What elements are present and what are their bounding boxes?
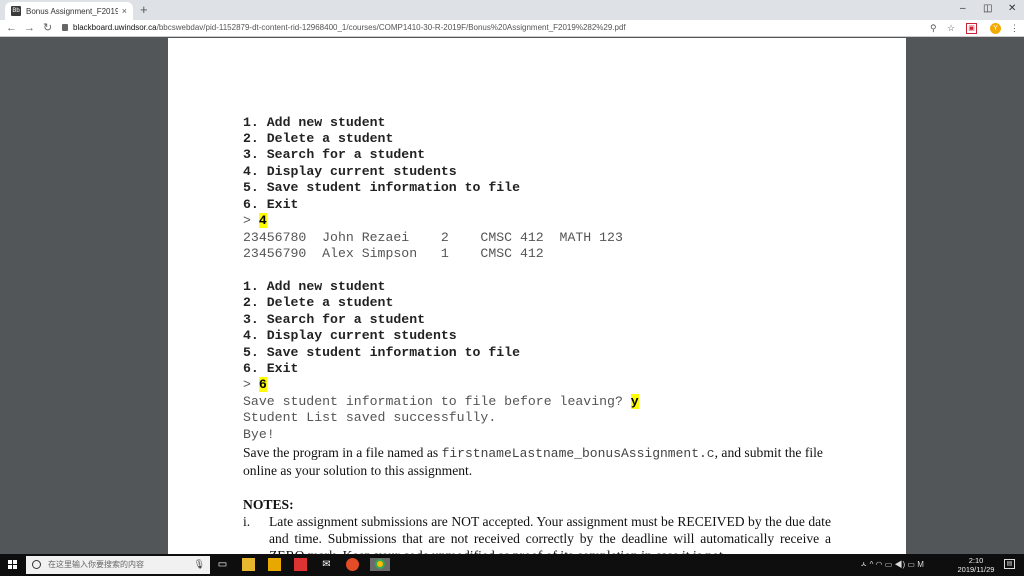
- menu-item: 1. Add new student: [243, 115, 386, 130]
- taskbar-search-input[interactable]: 在这里输入你要搜索的内容 🎙: [26, 556, 210, 574]
- url-path: /bbcswebdav/pid-1152879-dt-content-rid-1…: [156, 23, 626, 32]
- menu-kebab-icon[interactable]: ⋮: [1010, 22, 1019, 34]
- address-bar[interactable]: blackboard.uwindsor.ca/bbcswebdav/pid-11…: [73, 22, 626, 34]
- prompt-line: > 4: [243, 213, 267, 228]
- chrome-icon[interactable]: [370, 558, 390, 571]
- system-tray[interactable]: ㅅ ^ ◠ ▭ ◀) ▭ M: [860, 559, 924, 570]
- reload-icon[interactable]: ↻: [43, 21, 52, 35]
- student-row: 23456790 Alex Simpson 1 CMSC 412: [243, 246, 544, 261]
- menu-item: 1. Add new student: [243, 279, 386, 294]
- menu-item: 4. Display current students: [243, 328, 457, 343]
- prompt-line: > 6: [243, 377, 267, 392]
- notification-icon[interactable]: ▤: [1004, 559, 1015, 569]
- user-input: 6: [258, 377, 267, 392]
- taskbar: 在这里输入你要搜索的内容 🎙 ▭ ✉ ㅅ ^ ◠ ▭ ◀) ▭ M 2:10 2…: [0, 554, 1024, 576]
- menu-item: 2. Delete a student: [243, 131, 394, 146]
- lock-icon: [62, 24, 68, 31]
- browser-toolbar: ← → ↻ blackboard.uwindsor.ca/bbcswebdav/…: [0, 20, 1024, 37]
- file-explorer-icon[interactable]: [242, 558, 255, 571]
- menu-item: 5. Save student information to file: [243, 345, 520, 360]
- gift-icon[interactable]: [294, 558, 307, 571]
- user-input: y: [630, 394, 639, 409]
- save-question-line: Save student information to file before …: [243, 394, 639, 409]
- tab-strip: Bb Bonus Assignment_F2019(2).p × + – ◫ ✕: [0, 0, 1024, 20]
- app-icon[interactable]: [346, 558, 359, 571]
- menu-item: 6. Exit: [243, 361, 299, 376]
- extension-icon[interactable]: ▣: [966, 23, 977, 34]
- windows-start-icon[interactable]: [8, 560, 17, 569]
- tab-close-icon[interactable]: ×: [122, 6, 127, 16]
- mail-icon[interactable]: ✉: [320, 558, 333, 571]
- note-text: Late assignment submissions are NOT acce…: [269, 514, 831, 554]
- store-icon[interactable]: [268, 558, 281, 571]
- profile-avatar[interactable]: Y: [990, 23, 1001, 34]
- browser-tab[interactable]: Bb Bonus Assignment_F2019(2).p ×: [5, 2, 133, 20]
- pdf-viewer[interactable]: 1. Add new student 2. Delete a student 3…: [0, 38, 1024, 554]
- saved-message: Student List saved successfully.: [243, 410, 497, 425]
- search-placeholder: 在这里输入你要搜索的内容: [48, 560, 144, 569]
- clock[interactable]: 2:10 2019/11/29: [954, 556, 998, 574]
- note-number: i.: [243, 514, 251, 529]
- microphone-icon[interactable]: 🎙: [194, 559, 205, 570]
- back-arrow-icon[interactable]: ←: [6, 21, 17, 35]
- student-row: 23456780 John Rezaei 2 CMSC 412 MATH 123: [243, 230, 623, 245]
- bye-message: Bye!: [243, 427, 275, 442]
- clock-time: 2:10: [968, 556, 984, 565]
- menu-item: 6. Exit: [243, 197, 299, 212]
- minimize-button[interactable]: –: [960, 3, 966, 14]
- clock-date: 2019/11/29: [957, 565, 995, 574]
- forward-arrow-icon[interactable]: →: [24, 21, 35, 35]
- menu-item: 4. Display current students: [243, 164, 457, 179]
- pdf-page: 1. Add new student 2. Delete a student 3…: [168, 38, 906, 554]
- menu-item: 3. Search for a student: [243, 147, 426, 162]
- close-window-button[interactable]: ✕: [1008, 3, 1016, 14]
- menu-item: 2. Delete a student: [243, 295, 394, 310]
- cortana-icon: [32, 560, 41, 569]
- task-view-icon[interactable]: ▭: [216, 558, 229, 571]
- menu-item: 5. Save student information to file: [243, 180, 520, 195]
- user-input: 4: [258, 213, 267, 228]
- new-tab-button[interactable]: +: [140, 3, 148, 17]
- tab-title: Bonus Assignment_F2019(2).p: [26, 6, 118, 16]
- blackboard-favicon-icon: Bb: [11, 6, 21, 16]
- restore-button[interactable]: ◫: [983, 3, 992, 14]
- bookmark-star-icon[interactable]: ☆: [947, 22, 955, 34]
- instruction-paragraph: Save the program in a file named as firs…: [243, 445, 823, 478]
- menu-item: 3. Search for a student: [243, 312, 426, 327]
- notes-heading: NOTES:: [243, 497, 294, 512]
- zoom-icon[interactable]: ⚲: [930, 22, 937, 34]
- url-host: blackboard.uwindsor.ca: [73, 23, 157, 32]
